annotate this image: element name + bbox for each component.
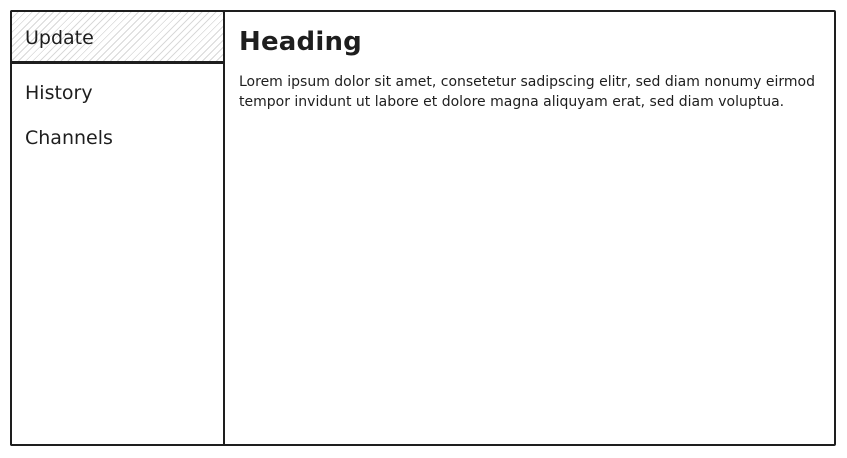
main-content: Heading Lorem ipsum dolor sit amet, cons… [225,10,836,446]
sidebar-item-label: Channels [25,127,113,149]
sidebar: Update History Channels [10,10,225,446]
sidebar-item-update[interactable]: Update [12,12,223,64]
sidebar-item-label: Update [25,27,94,49]
sidebar-item-label: History [25,82,93,104]
sidebar-item-channels[interactable]: Channels [12,126,223,150]
page-title: Heading [239,27,362,57]
body-paragraph: Lorem ipsum dolor sit amet, consetetur s… [239,74,815,110]
sidebar-item-history[interactable]: History [12,81,223,105]
